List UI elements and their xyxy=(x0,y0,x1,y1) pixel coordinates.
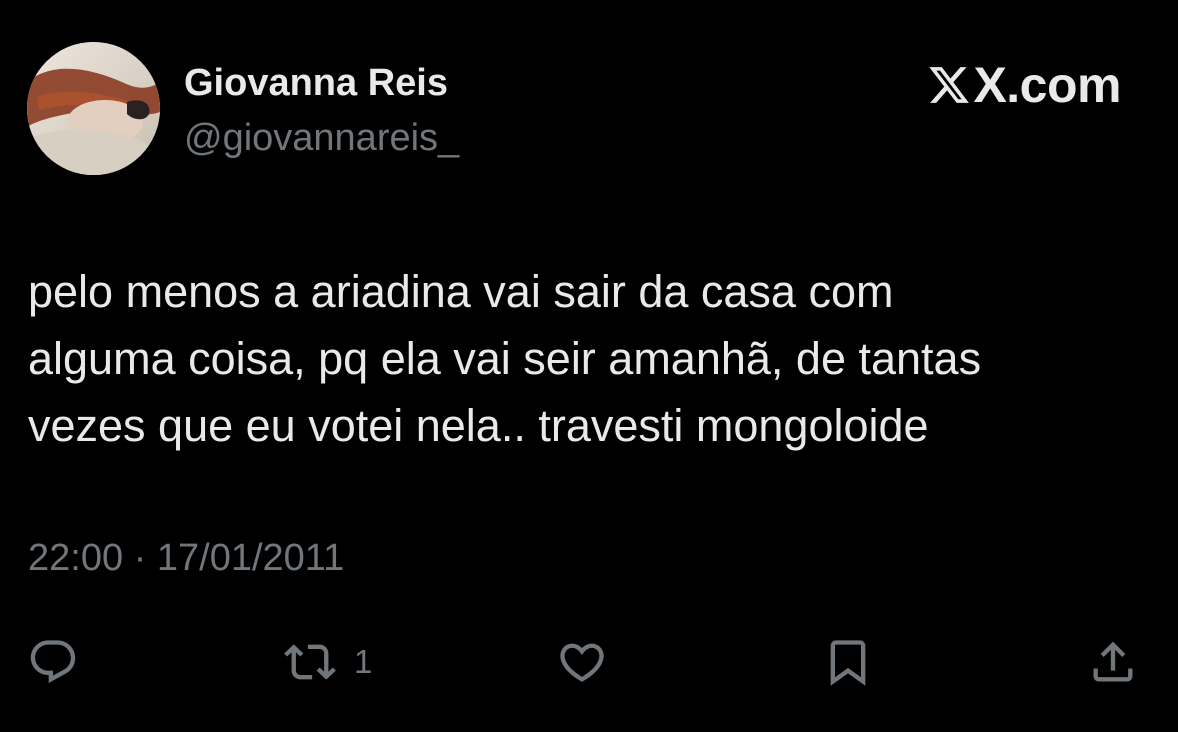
brand-mark: X.com xyxy=(927,55,1121,115)
avatar[interactable] xyxy=(27,42,160,175)
tweet-text-line: pelo menos a ariadina vai sair da casa c… xyxy=(28,266,894,317)
author-display-name[interactable]: Giovanna Reis xyxy=(184,62,448,105)
reply-icon xyxy=(30,640,76,684)
tweet-timestamp[interactable]: 22:00 · 17/01/2011 xyxy=(28,537,344,580)
brand-text: X.com xyxy=(973,57,1121,113)
like-button[interactable] xyxy=(556,634,626,690)
share-icon xyxy=(1093,641,1133,682)
retweet-count: 1 xyxy=(354,643,373,680)
retweet-button[interactable]: 1 xyxy=(284,634,372,690)
tweet-text-line: vezes que eu votei nela.. travesti mongo… xyxy=(28,400,929,451)
tweet-date: 17/01/2011 xyxy=(156,537,345,579)
bookmark-button[interactable] xyxy=(822,634,892,690)
share-button[interactable] xyxy=(1087,634,1157,690)
heart-icon xyxy=(560,643,604,682)
retweet-icon xyxy=(284,644,336,680)
x-logo-icon xyxy=(929,67,970,103)
author-handle[interactable]: @giovannareis_ xyxy=(184,117,459,160)
bookmark-icon xyxy=(830,640,866,686)
reply-button[interactable] xyxy=(27,634,97,690)
avatar-photo xyxy=(27,42,160,175)
tweet-time: 22:00 xyxy=(28,537,124,579)
tweet-text: pelo menos a ariadina vai sair da casa c… xyxy=(28,258,1138,459)
timestamp-separator: · xyxy=(133,537,147,579)
tweet-text-line: alguma coisa, pq ela vai seir amanhã, de… xyxy=(28,333,982,384)
